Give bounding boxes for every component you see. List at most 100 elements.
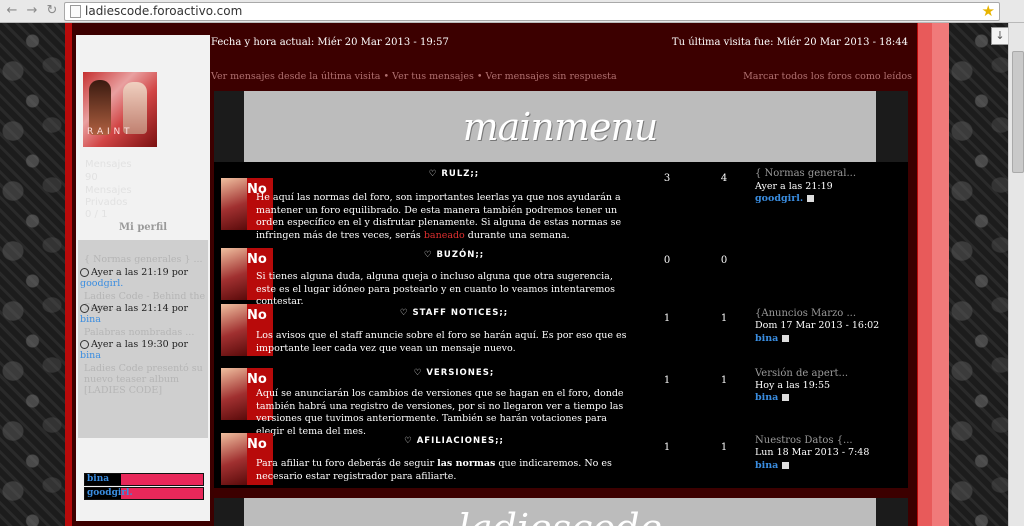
forum-description: Para afiliar tu foro deberás de seguir l… [256, 458, 634, 483]
category-banner-inner: mainmenu [244, 91, 876, 162]
posts-count: 1 [720, 375, 728, 386]
last-post-date: Hoy a las 19:55 [755, 380, 831, 391]
info-messages-label: Mensajes [85, 159, 132, 170]
topics-count: 3 [663, 173, 671, 184]
forum-list: ♡ RULZ;; No He aquí las normas del foro,… [214, 162, 908, 488]
forum-title[interactable]: ♡ RULZ;; [254, 169, 654, 179]
last-visit: Tu última visita fue: Miér 20 Mar 2013 -… [671, 37, 908, 48]
search-links[interactable]: Ver mensajes desde la última visita • Ve… [211, 71, 617, 82]
browser-toolbar: ← → ↻ ladiescode.foroactivo.com ★ [0, 0, 1024, 23]
forum-title-text[interactable]: STAFF NOTICES;; [412, 308, 508, 318]
info-pm-label-2: Privados [85, 197, 128, 208]
mark-all-read-link[interactable]: Marcar todos los foros como leídos [743, 71, 912, 82]
address-bar[interactable]: ladiescode.foroactivo.com ★ [64, 2, 1000, 21]
forum-row: ♡ RULZ;; No He aquí las normas del foro,… [214, 162, 908, 242]
my-profile-link[interactable]: Mi perfil [76, 222, 210, 233]
recent-topic-user[interactable]: bina [80, 350, 101, 361]
page-border-pink-light [932, 23, 949, 526]
forum-icon-label: No [247, 372, 267, 387]
recent-topic-title[interactable]: Ladies Code presentó su nuevo teaser alb… [84, 363, 204, 396]
category-title[interactable]: mainmenu [244, 105, 876, 149]
forum-icon-image [221, 368, 247, 420]
recent-topic-user[interactable]: bina [80, 314, 101, 325]
scrollbar-thumb[interactable] [1012, 51, 1024, 173]
recent-topic-user[interactable]: goodgirl. [80, 278, 123, 289]
last-post-user[interactable]: bina [755, 333, 790, 344]
recent-topic-meta: Ayer a las 21:19 por goodgirl. [80, 267, 208, 289]
last-post-user[interactable]: bina [755, 460, 790, 471]
forum-title[interactable]: ♡ BUZÓN;; [254, 250, 654, 260]
last-post-title[interactable]: { Normas general... [755, 168, 856, 179]
recent-topic-time: Ayer a las 21:14 por [91, 303, 189, 314]
forum-row: ♡ STAFF NOTICES;; No Los avisos que el s… [214, 302, 908, 364]
topics-count: 1 [663, 313, 671, 324]
last-post-title[interactable]: {Anuncios Marzo ... [755, 308, 856, 319]
rules-link[interactable]: las normas [437, 458, 495, 469]
forum-description: Los avisos que el staff anuncie sobre el… [256, 330, 634, 355]
forum-title[interactable]: ♡ AFILIACIONES;; [254, 436, 654, 446]
forum-title-text[interactable]: RULZ;; [441, 169, 479, 179]
forum-title[interactable]: ♡ VERSIONES; [254, 368, 654, 378]
info-pm-count: 0 / 1 [85, 209, 108, 220]
vertical-scrollbar[interactable] [1008, 23, 1024, 526]
view-last-post-icon[interactable] [807, 195, 815, 202]
forum-description: He aquí las normas del foro, son importa… [256, 192, 634, 242]
desc-text: Los avisos que el staff anuncie sobre el… [256, 330, 627, 354]
clock-icon [80, 340, 89, 349]
recent-topic-title[interactable]: { Normas generales } ... [84, 254, 203, 265]
posts-count: 1 [720, 442, 728, 453]
forum-icon-image [221, 248, 247, 300]
last-post-title[interactable]: Nuestros Datos {... [755, 435, 853, 446]
url-text[interactable]: ladiescode.foroactivo.com [85, 4, 242, 18]
online-user-name[interactable]: goodgirl. [85, 488, 133, 499]
online-user[interactable]: bina [84, 473, 204, 486]
recent-topic-time: Ayer a las 19:30 por [91, 339, 189, 350]
last-post-user-name[interactable]: bina [755, 460, 778, 471]
last-post-user-name[interactable]: goodgirl. [755, 193, 803, 204]
forum-title[interactable]: ♡ STAFF NOTICES;; [254, 308, 654, 318]
posts-count: 0 [720, 255, 728, 266]
forward-arrow-icon[interactable]: → [24, 3, 40, 19]
view-last-post-icon[interactable] [782, 394, 790, 401]
posts-count: 4 [720, 173, 728, 184]
info-messages-count: 90 [85, 172, 98, 183]
clock-icon [80, 304, 89, 313]
topics-count: 1 [663, 442, 671, 453]
desc-highlight: baneado [423, 229, 465, 241]
view-last-post-icon[interactable] [782, 335, 790, 342]
forum-title-text[interactable]: AFILIACIONES;; [417, 436, 504, 446]
current-date: Fecha y hora actual: Miér 20 Mar 2013 - … [211, 37, 449, 48]
last-post-user-name[interactable]: bina [755, 333, 778, 344]
online-user[interactable]: goodgirl. [84, 487, 204, 500]
recent-topic-title[interactable]: Palabras nombradas ... [84, 327, 194, 338]
category-banner-inner: ladiescode [244, 498, 876, 526]
recent-topics: { Normas generales } ... Ayer a las 21:1… [78, 240, 208, 438]
forum-icon-image [221, 178, 247, 230]
category-title[interactable]: ladiescode [244, 506, 876, 526]
scroll-down-icon[interactable]: ↓ [991, 27, 1009, 45]
forum-row: ♡ VERSIONES; No Aquí se anunciarán los c… [214, 364, 908, 437]
forum-title-text[interactable]: BUZÓN;; [436, 250, 484, 260]
online-user-name[interactable]: bina [85, 474, 121, 485]
forum-title-text[interactable]: VERSIONES; [426, 368, 494, 378]
last-post-date: Dom 17 Mar 2013 - 16:02 [755, 320, 880, 331]
view-last-post-icon[interactable] [782, 462, 790, 469]
avatar[interactable]: R A I N T [83, 72, 157, 147]
bookmark-star-icon[interactable]: ★ [982, 2, 995, 20]
last-post-title[interactable]: Versión de apert... [755, 368, 848, 379]
forum-description: Aquí se anunciarán los cambios de versio… [256, 388, 634, 438]
topics-count: 1 [663, 375, 671, 386]
back-arrow-icon[interactable]: ← [4, 3, 20, 19]
desc-text: Para afiliar tu foro deberás de seguir [256, 458, 438, 469]
reload-icon[interactable]: ↻ [44, 3, 60, 19]
last-post-date: Ayer a las 21:19 [755, 181, 833, 192]
recent-topic-time: Ayer a las 21:19 por [91, 267, 189, 278]
category-banner: mainmenu [214, 91, 908, 162]
last-post-user[interactable]: goodgirl. [755, 193, 815, 204]
desc-text: Aquí se anunciarán los cambios de versio… [256, 388, 624, 437]
last-post-user-name[interactable]: bina [755, 392, 778, 403]
last-post-user[interactable]: bina [755, 392, 790, 403]
page-icon [70, 5, 81, 18]
desc-text: durante una semana. [464, 229, 570, 241]
forum-icon-image [221, 433, 247, 485]
